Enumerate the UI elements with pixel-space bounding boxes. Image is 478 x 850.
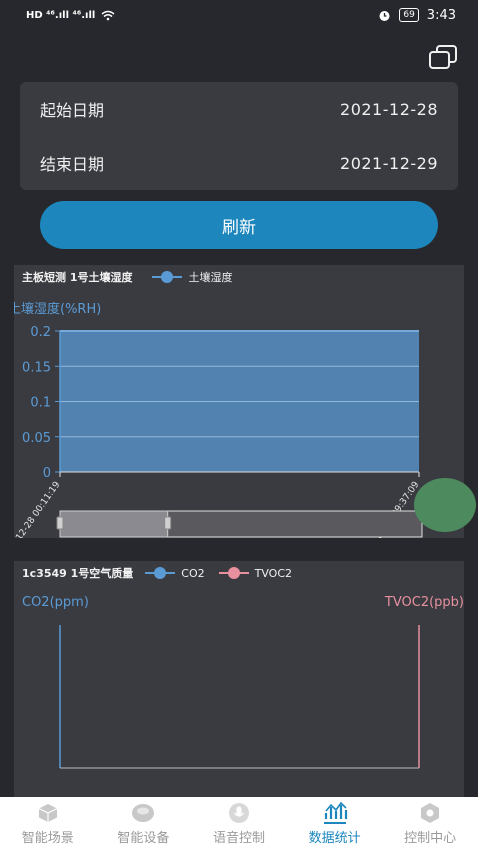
nav-item-voice-control[interactable]: 语音控制 — [191, 801, 286, 846]
battery-indicator: 69 — [399, 8, 419, 22]
nav-label: 智能场景 — [21, 831, 74, 846]
x-tick-label: 12-28 00:11:19 — [14, 480, 62, 538]
nav-item-smart-device[interactable]: 智能设备 — [96, 801, 191, 846]
y-tick-label: 0.15 — [22, 360, 51, 375]
zoom-slider-handle[interactable] — [56, 516, 64, 530]
end-date-row[interactable]: 结束日期 2021-12-29 — [20, 136, 458, 190]
bottom-navigation: 智能场景 智能设备 语音控制 数据统计 控制中心 — [0, 797, 478, 850]
soil-humidity-chart: 土壤湿度(%RH)00.050.10.150.212-28 00:11:19 12… — [14, 301, 423, 538]
start-date-row[interactable]: 起始日期 2021-12-28 — [20, 82, 458, 136]
y-tick-label: 0.05 — [22, 431, 51, 446]
status-left: HD ⁴⁶.ıll ⁴⁶.ıll — [26, 10, 115, 21]
start-date-label: 起始日期 — [40, 101, 105, 120]
nav-label: 语音控制 — [212, 831, 265, 846]
air-quality-chart-panel: 1c3549 1号空气质量 CO2 TVOC2 CO2(ppm) TVOC2(p… — [14, 561, 464, 797]
device-icon — [130, 801, 156, 825]
alarm-icon — [379, 10, 390, 21]
status-right: 69 3:43 — [378, 8, 456, 23]
y-axis-title: 土壤湿度(%RH) — [14, 301, 101, 317]
nav-label: 控制中心 — [404, 831, 457, 846]
y-tick-label: 0.1 — [30, 396, 51, 411]
wifi-icon — [101, 10, 115, 20]
clock: 3:43 — [426, 7, 456, 23]
floating-assistant-ball[interactable] — [414, 478, 476, 532]
y-tick-label: 0.2 — [30, 325, 51, 340]
nav-label: 智能设备 — [117, 831, 170, 846]
status-bar: HD ⁴⁶.ıll ⁴⁶.ıll 69 3:43 — [0, 0, 478, 30]
hexagon-icon — [417, 801, 443, 825]
end-date-value[interactable]: 2021-12-29 — [340, 154, 438, 173]
nav-item-smart-scene[interactable]: 智能场景 — [0, 801, 95, 846]
signal-icons: HD ⁴⁶.ıll ⁴⁶.ıll — [26, 9, 96, 21]
y-tick-label: 0 — [43, 466, 51, 481]
nav-item-control-center[interactable]: 控制中心 — [383, 801, 478, 846]
end-date-label: 结束日期 — [40, 155, 105, 174]
air-quality-chart — [59, 625, 420, 769]
zoom-slider-selection — [59, 510, 169, 538]
nav-item-data-statistics[interactable]: 数据统计 — [287, 801, 382, 846]
nav-label: 数据统计 — [308, 831, 361, 846]
soil-humidity-chart-panel: 主板短测 1号土壤湿度 土壤湿度 土壤湿度(%RH) 0 0.05 0.1 0.15 0.… — [14, 265, 464, 538]
cube-icon — [35, 801, 61, 825]
zoom-slider-handle[interactable] — [164, 516, 172, 530]
refresh-button[interactable]: 刷新 — [40, 201, 438, 249]
date-range-card: 起始日期 2021-12-28 结束日期 2021-12-29 — [20, 82, 458, 190]
start-date-value[interactable]: 2021-12-28 — [340, 100, 438, 119]
chart-icon — [322, 801, 348, 825]
copy-icon[interactable] — [428, 44, 458, 70]
microphone-icon — [226, 801, 252, 825]
